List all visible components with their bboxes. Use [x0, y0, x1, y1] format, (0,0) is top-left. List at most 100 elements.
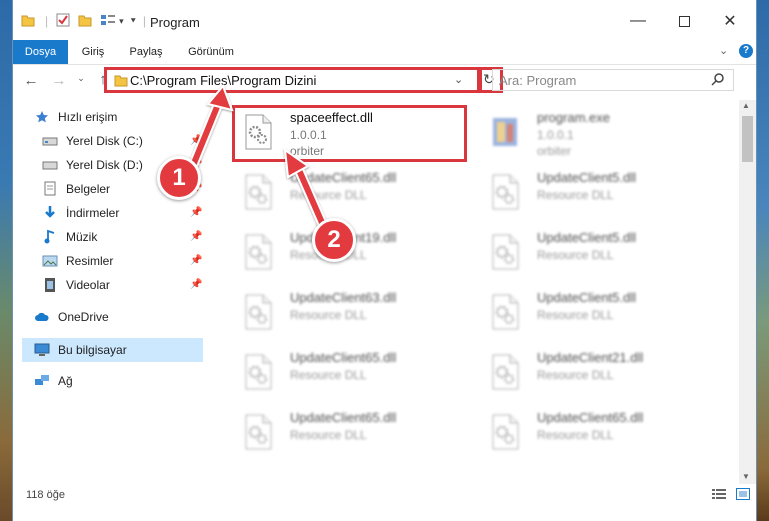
- file-subtitle: Resource DLL: [537, 428, 614, 442]
- nav-pictures[interactable]: Resimler: [42, 250, 113, 272]
- pin-icon[interactable]: 📌: [190, 231, 202, 242]
- file-item[interactable]: UpdateClient5.dll Resource DLL: [483, 166, 713, 218]
- nav-label: Yerel Disk (D:): [66, 158, 143, 172]
- file-item[interactable]: UpdateClient63.dll Resource DLL: [236, 286, 466, 338]
- nav-label: Hızlı erişim: [58, 110, 118, 124]
- file-name: program.exe: [537, 110, 610, 125]
- chevron-down-icon[interactable]: ▾: [119, 16, 124, 27]
- expand-ribbon-icon[interactable]: ⌄: [719, 44, 728, 57]
- callout-badge-2: 2: [312, 218, 356, 262]
- network-icon: [34, 373, 50, 389]
- tab-share[interactable]: Paylaş: [121, 40, 171, 64]
- close-button[interactable]: ✕: [707, 6, 753, 36]
- nav-label: Belgeler: [66, 182, 111, 196]
- maximize-button[interactable]: [661, 6, 707, 36]
- recent-locations-icon[interactable]: ⌄: [72, 73, 90, 84]
- folder-icon[interactable]: [21, 13, 35, 30]
- help-icon[interactable]: ?: [739, 44, 753, 58]
- nav-downloads[interactable]: İndirmeler: [42, 202, 119, 224]
- properties-icon[interactable]: [56, 13, 70, 30]
- video-icon: [42, 277, 58, 293]
- file-highlight-box: [232, 105, 467, 162]
- download-icon: [42, 205, 58, 221]
- callout-badge-1: 1: [157, 156, 201, 200]
- file-item[interactable]: UpdateClient21.dll Resource DLL: [483, 346, 713, 398]
- file-name: UpdateClient21.dll: [537, 350, 644, 365]
- music-icon: [42, 229, 58, 245]
- pin-icon[interactable]: 📌: [190, 255, 202, 266]
- file-item[interactable]: UpdateClient65.dll Resource DLL: [236, 346, 466, 398]
- file-name: UpdateClient63.dll: [290, 290, 397, 305]
- quick-access-toolbar: | ▾ ⯆ |: [21, 13, 146, 29]
- file-name: UpdateClient65.dll: [290, 350, 397, 365]
- file-name: UpdateClient5.dll: [537, 290, 637, 305]
- minimize-button[interactable]: —: [615, 6, 661, 36]
- documents-icon: [42, 181, 58, 197]
- nav-label: Müzik: [66, 230, 98, 244]
- file-item[interactable]: UpdateClient5.dll Resource DLL: [483, 286, 713, 338]
- nav-videos[interactable]: Videolar: [42, 274, 110, 296]
- view-options-icon[interactable]: [100, 13, 116, 30]
- nav-label: OneDrive: [58, 310, 109, 324]
- file-item[interactable]: UpdateClient5.dll Resource DLL: [483, 226, 713, 278]
- customize-toolbar-icon[interactable]: ⯆: [130, 16, 137, 27]
- file-subtitle: Resource DLL: [537, 188, 614, 202]
- nav-network[interactable]: Ağ: [34, 370, 73, 392]
- large-icons-view-icon[interactable]: [736, 488, 750, 503]
- file-item[interactable]: program.exe 1.0.0.1 orbiter: [483, 106, 713, 158]
- search-icon[interactable]: [711, 72, 725, 89]
- drive-icon: [42, 133, 58, 149]
- file-company: orbiter: [537, 144, 572, 158]
- tab-home[interactable]: Giriş: [73, 40, 113, 64]
- pin-icon[interactable]: 📌: [190, 279, 202, 290]
- dll-file-icon: [242, 294, 274, 330]
- dll-file-icon: [242, 174, 274, 210]
- file-item[interactable]: UpdateClient65.dll Resource DLL: [483, 406, 713, 458]
- dll-file-icon: [489, 294, 521, 330]
- file-subtitle: 1.0.0.1: [537, 128, 574, 142]
- nav-label: İndirmeler: [66, 206, 120, 220]
- window-title: Program: [150, 15, 200, 30]
- star-icon: [34, 109, 50, 125]
- back-button[interactable]: ←: [22, 72, 40, 89]
- dll-file-icon: [489, 414, 521, 450]
- separator: |: [45, 14, 49, 28]
- nav-local-disk-c[interactable]: Yerel Disk (C:): [42, 130, 143, 152]
- maximize-icon: [678, 15, 690, 27]
- file-subtitle: Resource DLL: [290, 188, 367, 202]
- dll-file-icon: [489, 354, 521, 390]
- scroll-down-icon[interactable]: ▼: [742, 472, 750, 481]
- file-name: UpdateClient5.dll: [537, 170, 637, 185]
- dll-file-icon: [489, 174, 521, 210]
- dll-file-icon: [242, 354, 274, 390]
- file-subtitle: Resource DLL: [537, 368, 614, 382]
- file-subtitle: Resource DLL: [290, 368, 367, 382]
- nav-local-disk-d[interactable]: Yerel Disk (D:): [42, 154, 143, 176]
- tab-view[interactable]: Görünüm: [179, 40, 243, 64]
- nav-documents[interactable]: Belgeler: [42, 178, 110, 200]
- scroll-up-icon[interactable]: ▲: [742, 101, 750, 110]
- file-item[interactable]: UpdateClient65.dll Resource DLL: [236, 406, 466, 458]
- nav-label: Resimler: [66, 254, 114, 268]
- nav-quick-access[interactable]: Hızlı erişim: [34, 106, 117, 128]
- pin-icon[interactable]: 📌: [190, 207, 202, 218]
- tab-file[interactable]: Dosya: [13, 40, 68, 64]
- forward-button[interactable]: →: [50, 72, 68, 89]
- ribbon-tabs: Dosya Giriş Paylaş Görünüm ⌄ ?: [13, 40, 756, 65]
- nav-label: Yerel Disk (C:): [66, 134, 143, 148]
- search-placeholder: Ara: Program: [499, 73, 577, 88]
- separator: |: [142, 14, 146, 28]
- pin-icon[interactable]: 📌: [190, 135, 202, 146]
- scroll-thumb[interactable]: [742, 116, 753, 162]
- details-view-icon[interactable]: [712, 488, 726, 503]
- drive-icon: [42, 157, 58, 173]
- nav-music[interactable]: Müzik: [42, 226, 97, 248]
- new-folder-icon[interactable]: [78, 13, 92, 30]
- file-subtitle: Resource DLL: [537, 308, 614, 322]
- address-highlight-box: [104, 67, 480, 93]
- file-item[interactable]: UpdateClient65.dll Resource DLL: [236, 166, 466, 218]
- nav-this-pc[interactable]: Bu bilgisayar: [34, 339, 127, 361]
- nav-onedrive[interactable]: OneDrive: [34, 306, 109, 328]
- dll-file-icon: [242, 414, 274, 450]
- computer-icon: [34, 342, 50, 358]
